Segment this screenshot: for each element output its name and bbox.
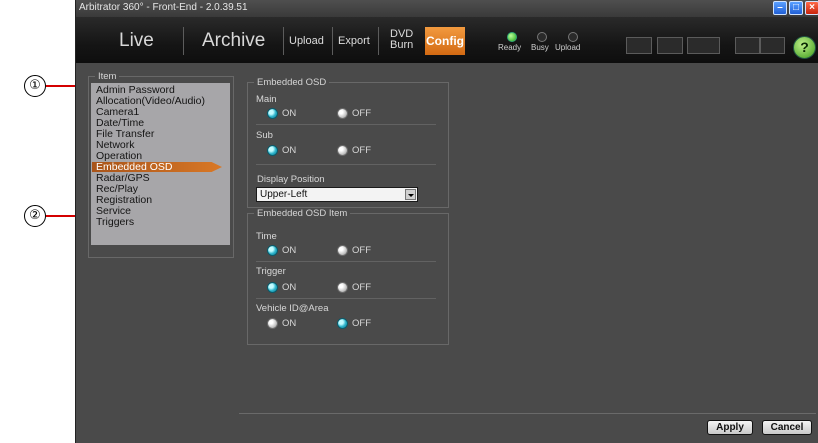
radio-label: ON: [282, 108, 297, 119]
window-title: Arbitrator 360° - Front-End - 2.0.39.51: [79, 2, 248, 13]
radio-on-indicator: [267, 145, 278, 156]
tab-dvd-line2: Burn: [390, 39, 414, 51]
radio-label: ON: [282, 318, 297, 329]
radio-on-indicator: [337, 318, 348, 329]
tab-live[interactable]: Live: [119, 30, 154, 52]
list-item[interactable]: Rec/Play: [96, 184, 138, 195]
list-item[interactable]: Allocation(Video/Audio): [96, 96, 205, 107]
list-item[interactable]: Camera1: [96, 107, 139, 118]
toolbar-divider: [332, 27, 333, 55]
help-icon[interactable]: ?: [793, 36, 816, 59]
display-position-value: Upper-Left: [260, 189, 308, 200]
sub-off-radio[interactable]: OFF: [337, 145, 371, 156]
toolbar-divider: [183, 27, 184, 55]
divider: [256, 298, 436, 299]
radio-label: OFF: [352, 108, 371, 119]
maximize-icon[interactable]: □: [789, 1, 803, 15]
embedded-osd-item-legend: Embedded OSD Item: [257, 208, 348, 219]
app-window: Arbitrator 360° - Front-End - 2.0.39.51 …: [75, 0, 818, 443]
main-off-radio[interactable]: OFF: [337, 108, 371, 119]
sub-on-radio[interactable]: ON: [267, 145, 296, 156]
minimize-icon[interactable]: –: [773, 1, 787, 15]
time-on-radio[interactable]: ON: [267, 245, 296, 256]
footer-divider: [239, 413, 816, 414]
radio-off-indicator: [337, 245, 348, 256]
tab-archive[interactable]: Archive: [202, 30, 265, 52]
cancel-button[interactable]: Cancel: [762, 420, 812, 435]
radio-label: ON: [282, 282, 297, 293]
radio-on-indicator: [267, 245, 278, 256]
radio-off-indicator: [337, 145, 348, 156]
divider: [256, 261, 436, 262]
vehicle-on-radio[interactable]: ON: [267, 318, 296, 329]
divider: [256, 124, 436, 125]
ready-status-label: Ready: [498, 43, 522, 52]
tab-export[interactable]: Export: [338, 35, 370, 47]
radio-label: OFF: [352, 245, 371, 256]
busy-status-label: Busy: [531, 43, 549, 52]
list-item[interactable]: Triggers: [96, 217, 134, 228]
radio-label: ON: [282, 245, 297, 256]
vehicle-id-area-label: Vehicle ID@Area: [256, 303, 329, 314]
trigger-off-radio[interactable]: OFF: [337, 282, 371, 293]
keyboard-icon[interactable]: [626, 37, 652, 54]
list-item[interactable]: Network: [96, 140, 135, 151]
radio-label: OFF: [352, 145, 371, 156]
upload-status-led-icon: [568, 32, 578, 42]
radio-label: ON: [282, 145, 297, 156]
embedded-osd-legend: Embedded OSD: [257, 77, 327, 88]
list-item[interactable]: Service: [96, 206, 131, 217]
vehicle-off-radio[interactable]: OFF: [337, 318, 371, 329]
time-off-radio[interactable]: OFF: [337, 245, 371, 256]
trigger-on-radio[interactable]: ON: [267, 282, 296, 293]
sub-label: Sub: [256, 130, 273, 141]
chevron-down-icon[interactable]: [405, 189, 416, 200]
list-item[interactable]: Operation: [96, 151, 142, 162]
display-position-label: Display Position: [257, 174, 325, 185]
channel-1-icon[interactable]: [735, 37, 760, 54]
time-label: Time: [256, 231, 277, 242]
list-item[interactable]: Registration: [96, 195, 152, 206]
window-layout-icon[interactable]: [687, 37, 720, 54]
main-toolbar: Live Archive Upload Export DVD Burn Conf…: [76, 17, 818, 63]
radio-off-indicator: [337, 108, 348, 119]
trigger-label: Trigger: [256, 266, 286, 277]
radio-off-indicator: [267, 318, 278, 329]
close-icon[interactable]: ×: [805, 1, 818, 15]
radio-on-indicator: [267, 108, 278, 119]
main-label: Main: [256, 94, 277, 105]
main-on-radio[interactable]: ON: [267, 108, 296, 119]
tab-config[interactable]: Config: [425, 27, 465, 55]
apply-button[interactable]: Apply: [707, 420, 753, 435]
list-item-selected[interactable]: Embedded OSD: [92, 162, 222, 172]
display-icon[interactable]: [657, 37, 683, 54]
radio-on-indicator: [267, 282, 278, 293]
radio-label: OFF: [352, 282, 371, 293]
callout-2: ②: [24, 205, 46, 227]
toolbar-divider: [378, 27, 379, 55]
tab-dvd-burn[interactable]: DVD Burn: [390, 29, 413, 51]
list-item[interactable]: Admin Password: [96, 85, 175, 96]
list-item[interactable]: Radar/GPS: [96, 173, 150, 184]
ready-status-led-icon: [507, 32, 517, 42]
callout-1: ①: [24, 75, 46, 97]
list-item[interactable]: Date/Time: [96, 118, 144, 129]
display-position-select[interactable]: Upper-Left: [256, 187, 418, 202]
item-list: Admin Password Allocation(Video/Audio) C…: [91, 83, 230, 245]
busy-status-led-icon: [537, 32, 547, 42]
radio-off-indicator: [337, 282, 348, 293]
channel-2-icon[interactable]: [760, 37, 785, 54]
toolbar-divider: [283, 27, 284, 55]
upload-status-label: Upload: [555, 43, 581, 52]
list-item[interactable]: File Transfer: [96, 129, 154, 140]
radio-label: OFF: [352, 318, 371, 329]
item-group-legend: Item: [98, 71, 117, 82]
tab-upload[interactable]: Upload: [289, 35, 324, 47]
title-bar: Arbitrator 360° - Front-End - 2.0.39.51 …: [76, 0, 818, 17]
divider: [256, 164, 436, 165]
